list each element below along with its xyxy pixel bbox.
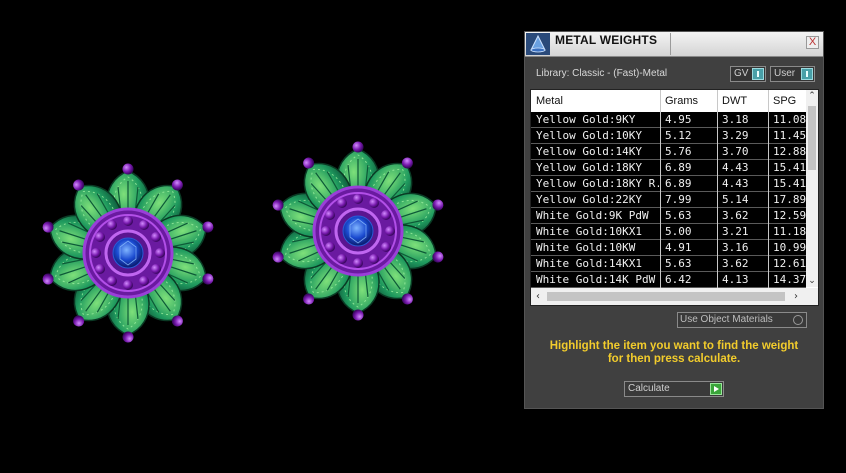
toggle-switch-icon xyxy=(752,68,764,80)
table-row[interactable]: White Gold:10KW 4.91 3.16 10.99 xyxy=(531,240,806,256)
dwt-cell: 4.43 xyxy=(722,161,749,174)
dwt-cell: 5.14 xyxy=(722,193,749,206)
use-object-materials-label: Use Object Materials xyxy=(680,314,773,325)
grams-cell: 5.00 xyxy=(665,225,692,238)
radio-icon xyxy=(793,315,803,325)
metal-weights-panel: METAL WEIGHTS X Library: Classic - (Fast… xyxy=(524,31,824,409)
metal-cell: Yellow Gold:9KY xyxy=(536,113,636,126)
dwt-cell: 3.16 xyxy=(722,241,749,254)
cone-logo-icon xyxy=(526,33,550,55)
grams-cell: 4.91 xyxy=(665,241,692,254)
title-divider xyxy=(670,33,671,55)
dwt-cell: 3.70 xyxy=(722,145,749,158)
column-header-grams[interactable]: Grams xyxy=(665,95,698,107)
vertical-scroll-thumb[interactable] xyxy=(808,106,816,170)
column-header-spg[interactable]: SPG xyxy=(773,95,796,107)
grams-cell: 5.63 xyxy=(665,209,692,222)
metal-cell: White Gold:14KX1 xyxy=(536,257,642,270)
instruction-line-1: Highlight the item you want to find the … xyxy=(549,340,799,352)
panel-titlebar[interactable]: METAL WEIGHTS X xyxy=(525,32,823,57)
metal-cell: White Gold:10KW xyxy=(536,241,636,254)
play-arrow-icon xyxy=(710,383,722,395)
earring-left[interactable] xyxy=(36,164,219,343)
grams-cell: 5.63 xyxy=(665,257,692,270)
use-object-materials-button[interactable]: Use Object Materials xyxy=(677,312,807,328)
chevron-right-icon[interactable]: › xyxy=(789,288,803,305)
chevron-down-icon[interactable]: ⌄ xyxy=(806,275,818,287)
earring-right[interactable] xyxy=(266,142,449,321)
table-row[interactable]: Yellow Gold:18KY 6.89 4.43 15.41 xyxy=(531,160,806,176)
library-label: Library: Classic - (Fast)-Metal xyxy=(536,68,668,79)
metal-cell: White Gold:10KX1 xyxy=(536,225,642,238)
horizontal-scroll-thumb[interactable] xyxy=(547,292,785,301)
vertical-scrollbar[interactable]: ⌃ ⌄ xyxy=(806,90,818,287)
dwt-cell: 3.62 xyxy=(722,257,749,270)
metal-cell: White Gold:14K PdW xyxy=(536,273,656,286)
user-toggle[interactable]: User xyxy=(770,66,815,82)
instruction-text: Highlight the item you want to find the … xyxy=(535,340,813,366)
metal-list[interactable]: Metal Grams DWT SPG Yellow Gold:9KY 4.95 3… xyxy=(530,89,819,306)
column-header-dwt[interactable]: DWT xyxy=(722,95,747,107)
metal-cell: Yellow Gold:18KY R... xyxy=(536,177,659,190)
column-divider xyxy=(660,90,661,288)
grams-cell: 5.76 xyxy=(665,145,692,158)
calculate-button[interactable]: Calculate xyxy=(624,381,724,397)
dwt-cell: 3.18 xyxy=(722,113,749,126)
dwt-cell: 3.29 xyxy=(722,129,749,142)
calculate-label: Calculate xyxy=(628,383,670,394)
close-icon[interactable]: X xyxy=(806,36,819,49)
chevron-up-icon[interactable]: ⌃ xyxy=(806,90,818,102)
grams-cell: 6.89 xyxy=(665,177,692,190)
metal-cell: Yellow Gold:14KY xyxy=(536,145,642,158)
dwt-cell: 3.21 xyxy=(722,225,749,238)
column-header-metal[interactable]: Metal xyxy=(536,95,563,107)
table-row[interactable]: Yellow Gold:22KY 7.99 5.14 17.89 xyxy=(531,192,806,208)
gv-toggle[interactable]: GV xyxy=(730,66,766,82)
grams-cell: 7.99 xyxy=(665,193,692,206)
table-row[interactable]: Yellow Gold:14KY 5.76 3.70 12.88 xyxy=(531,144,806,160)
list-header: Metal Grams DWT SPG xyxy=(531,90,806,112)
table-row[interactable]: Yellow Gold:10KY 5.12 3.29 11.45 xyxy=(531,128,806,144)
grams-cell: 6.89 xyxy=(665,161,692,174)
grams-cell: 4.95 xyxy=(665,113,692,126)
toggle-switch-icon xyxy=(801,68,813,80)
chevron-left-icon[interactable]: ‹ xyxy=(531,288,545,305)
grams-cell: 6.42 xyxy=(665,273,692,286)
table-row[interactable]: White Gold:10KX1 5.00 3.21 11.18 xyxy=(531,224,806,240)
list-rows: Yellow Gold:9KY 4.95 3.18 11.08 Yellow Gold:… xyxy=(531,112,806,288)
panel-title: METAL WEIGHTS xyxy=(555,33,658,47)
table-row[interactable]: Yellow Gold:9KY 4.95 3.18 11.08 xyxy=(531,112,806,128)
column-divider xyxy=(768,90,769,288)
column-divider xyxy=(717,90,718,288)
metal-cell: Yellow Gold:22KY xyxy=(536,193,642,206)
table-row[interactable]: Yellow Gold:18KY R...6.894.4315.41 xyxy=(531,176,806,192)
metal-cell: Yellow Gold:10KY xyxy=(536,129,642,142)
table-row[interactable]: White Gold:14KX1 5.63 3.62 12.61 xyxy=(531,256,806,272)
metal-cell: White Gold:9K PdW xyxy=(536,209,649,222)
instruction-line-2: for then press calculate. xyxy=(607,353,741,365)
table-row[interactable]: White Gold:9K PdW 5.63 3.62 12.59 xyxy=(531,208,806,224)
user-toggle-label: User xyxy=(774,68,796,79)
dwt-cell: 4.13 xyxy=(722,273,749,286)
gv-toggle-label: GV xyxy=(734,68,749,79)
dwt-cell: 3.62 xyxy=(722,209,749,222)
table-row[interactable]: White Gold:14K PdW 6.42 4.13 14.37 xyxy=(531,272,806,288)
dwt-cell: 4.43 xyxy=(722,177,749,190)
3d-viewport[interactable] xyxy=(0,0,520,473)
metal-cell: Yellow Gold:18KY xyxy=(536,161,642,174)
horizontal-scrollbar[interactable]: ‹ › xyxy=(531,288,818,305)
grams-cell: 5.12 xyxy=(665,129,692,142)
